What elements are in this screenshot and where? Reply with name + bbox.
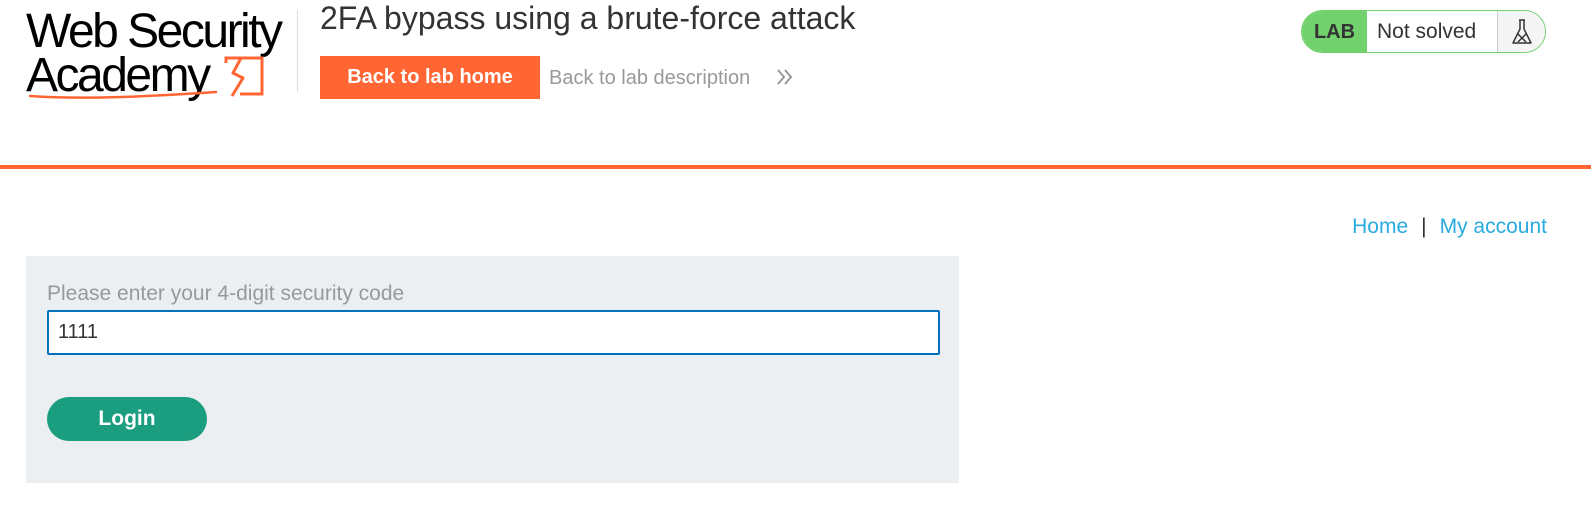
nav-my-account-link[interactable]: My account bbox=[1440, 215, 1547, 238]
flask-icon-container bbox=[1498, 11, 1545, 52]
flask-icon bbox=[1511, 18, 1532, 44]
back-to-lab-description-link[interactable]: Back to lab description bbox=[549, 64, 750, 92]
nav-separator: | bbox=[1421, 215, 1427, 238]
top-nav: Home | My account bbox=[1352, 213, 1547, 241]
back-to-lab-home-button[interactable]: Back to lab home bbox=[320, 56, 540, 99]
double-chevron-right-icon[interactable] bbox=[776, 67, 794, 87]
web-security-academy-logo[interactable]: Web Security Academy bbox=[26, 8, 294, 104]
lab-status-badge: LAB Not solved bbox=[1301, 10, 1546, 53]
security-code-input[interactable] bbox=[47, 310, 940, 355]
lab-status-text: Not solved bbox=[1367, 11, 1498, 52]
lab-status-tag: LAB bbox=[1302, 11, 1367, 52]
lightning-bolt-icon bbox=[28, 56, 264, 99]
nav-home-link[interactable]: Home bbox=[1352, 215, 1408, 238]
security-code-label: Please enter your 4-digit security code bbox=[47, 282, 405, 305]
lab-title: 2FA bypass using a brute-force attack bbox=[320, 0, 856, 36]
header-divider bbox=[297, 10, 298, 92]
lab-header: Web Security Academy 2FA bypass using a … bbox=[0, 0, 1591, 169]
login-button[interactable]: Login bbox=[47, 397, 207, 441]
security-code-form: Please enter your 4-digit security code … bbox=[26, 256, 959, 483]
